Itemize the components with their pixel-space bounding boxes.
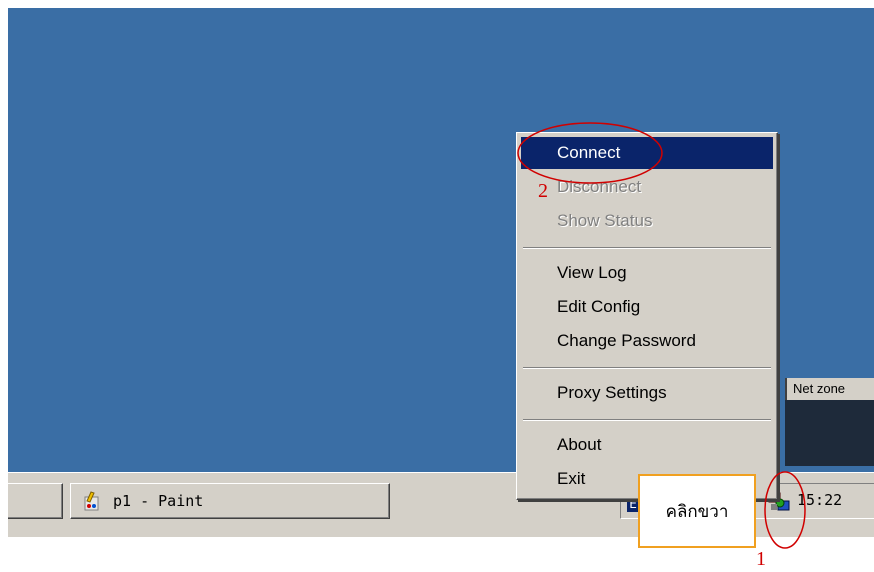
- background-window[interactable]: Net zone: [785, 378, 874, 466]
- taskbar-button-previous[interactable]: [8, 483, 63, 519]
- menu-item-view-log[interactable]: View Log: [521, 257, 773, 289]
- context-menu: Connect Disconnect Show Status View Log …: [516, 132, 778, 500]
- menu-item-show-status[interactable]: Show Status: [521, 205, 773, 237]
- callout-text: คลิกขวา: [665, 501, 729, 522]
- menu-item-disconnect[interactable]: Disconnect: [521, 171, 773, 203]
- taskbar-button-paint[interactable]: p1 - Paint: [70, 483, 390, 519]
- menu-item-about[interactable]: About: [521, 429, 773, 461]
- menu-separator: [523, 419, 771, 421]
- clock[interactable]: 15:22: [797, 491, 842, 509]
- paint-app-icon: [84, 491, 99, 511]
- menu-item-proxy-settings[interactable]: Proxy Settings: [521, 377, 773, 409]
- background-window-title: Net zone: [785, 378, 874, 400]
- taskbar-paint-label: p1 - Paint: [113, 492, 204, 510]
- callout-box: คลิกขวา: [638, 474, 756, 548]
- menu-separator: [523, 367, 771, 369]
- menu-item-edit-config[interactable]: Edit Config: [521, 291, 773, 323]
- annotation-marker-2: 2: [538, 180, 548, 202]
- menu-item-change-password[interactable]: Change Password: [521, 325, 773, 357]
- menu-separator: [523, 247, 771, 249]
- annotation-marker-1: 1: [756, 548, 766, 570]
- menu-item-connect[interactable]: Connect: [521, 137, 773, 169]
